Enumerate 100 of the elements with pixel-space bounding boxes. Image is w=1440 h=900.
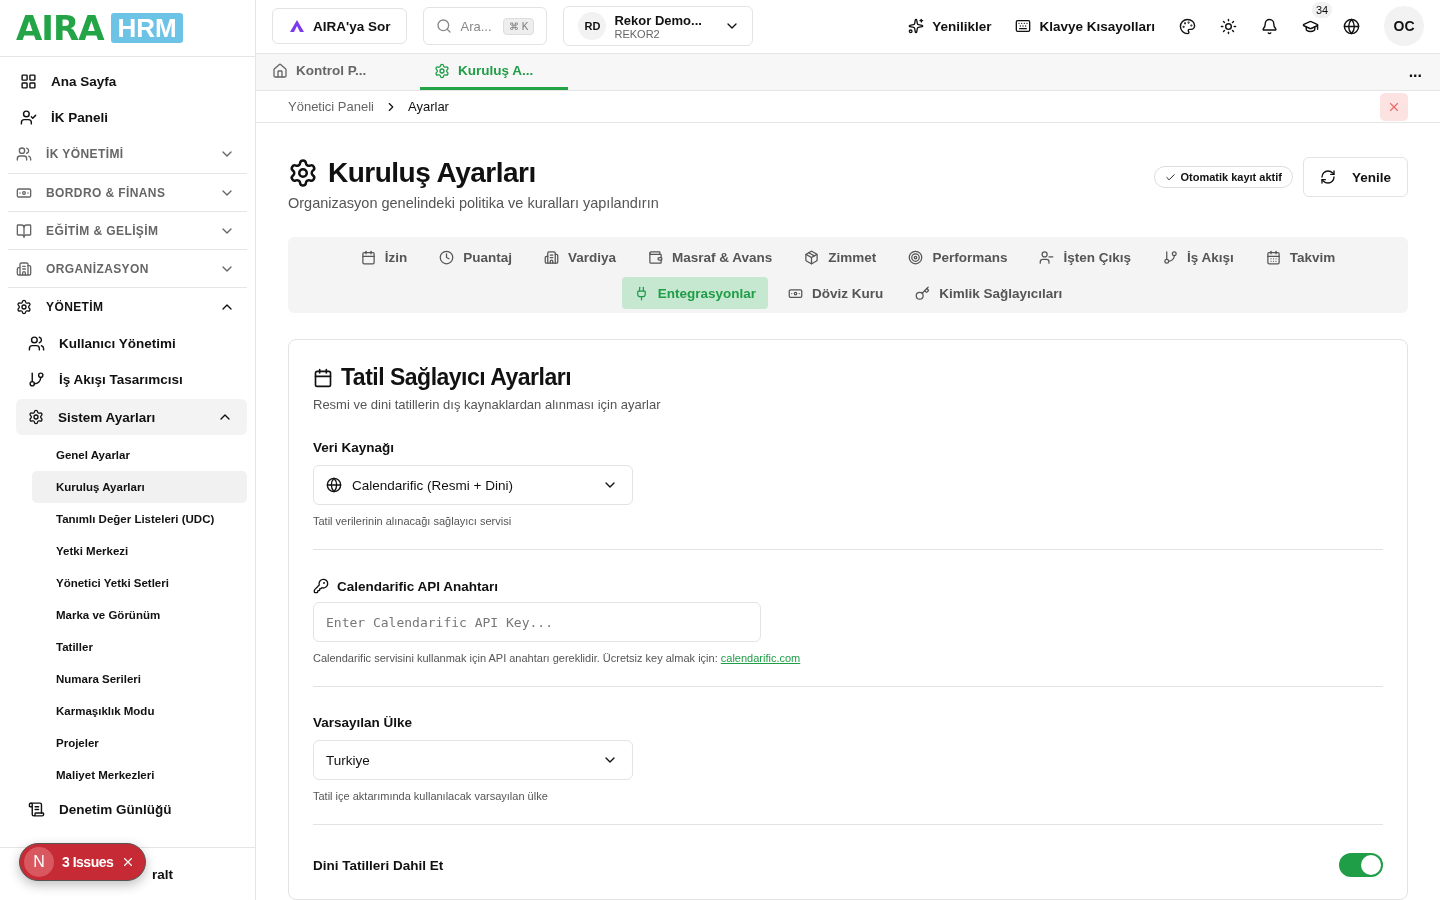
palette-icon[interactable] [1179,18,1196,35]
field-label: Calendarific API Anahtarı [337,578,499,594]
nav-subitem[interactable]: Genel Ayarlar [32,439,247,471]
users-icon [16,146,32,162]
branch-icon [1162,249,1178,265]
nav-section[interactable]: BORDRO & FİNANS [8,173,247,211]
settings-icon [16,298,32,315]
section-label: İK YÖNETİMİ [46,147,124,161]
building-icon [16,260,32,277]
nav-subitem[interactable]: Numara Serileri [32,663,247,695]
nav-subitem[interactable]: Tanımlı Değer Listeleri (UDC) [32,503,247,535]
nav-subitem[interactable]: Karmaşıklık Modu [32,695,247,727]
nav-item[interactable]: Denetim Günlüğü [8,791,247,827]
nav-subitem[interactable]: Kuruluş Ayarları [32,471,247,503]
sparkles-icon [908,18,925,35]
settings-tab[interactable]: Masraf & Avans [636,241,785,273]
nav-subitem[interactable]: Maliyet Merkezleri [32,759,247,791]
page-subtitle: Organizasyon genelindeki politika ve kuralları yapılandırın [288,195,660,211]
book-icon [16,222,32,239]
issues-label: 3 Issues [62,854,114,870]
settings-tab[interactable]: Performans [896,241,1020,273]
section-label: ORGANİZASYON [46,261,149,276]
nav-item[interactable]: Kullanıcı Yönetimi [8,325,247,361]
select-field[interactable]: Turkiye [313,740,633,780]
settings-tab[interactable]: Döviz Kuru [776,277,896,309]
breadcrumb-item[interactable]: Yönetici Paneli [288,99,374,115]
issues-badge[interactable]: N 3 Issues [19,843,146,881]
nav-item[interactable]: ralt [152,866,173,882]
count-badge: 34 [1312,2,1333,18]
settings-tab[interactable]: Zimmet [792,241,889,273]
page-tab[interactable]: Kontrol P... [272,53,420,91]
whats-new-button[interactable]: Yenilikler [908,18,992,35]
settings-tab[interactable]: Kimlik Sağlayıcıları [903,277,1075,309]
refresh-icon [1319,169,1336,185]
user-minus-icon [1039,249,1055,265]
company-switcher[interactable]: RD Rekor Demo... REKOR2 [563,6,754,47]
shortcut-key: ⌘ K [503,18,535,35]
page-title: Kuruluş Ayarları [328,157,536,189]
nav-subitem[interactable]: Yönetici Yetki Setleri [32,567,247,599]
nav-section[interactable]: ORGANİZASYON [8,249,247,287]
users-icon [28,334,45,352]
nav-section[interactable]: İK YÖNETİMİ [8,135,247,173]
settings-tab[interactable]: İşten Çıkış [1027,241,1143,273]
more-button[interactable]: ... [1390,53,1440,91]
calendar-icon [313,367,333,388]
section-label: EĞİTİM & GELİŞİM [46,223,159,238]
building-icon [544,249,559,265]
help-text: Tatil içe aktarımında kullanılacak varsayılan ülke [313,790,549,802]
toggle-switch[interactable] [1339,853,1383,877]
card-title: Tatil Sağlayıcı Ayarları [341,364,572,391]
section-label: BORDRO & FİNANS [46,185,166,200]
help-text: Calendarific servisini kullanmak için API anahtarı gereklidir. Ücretsiz key almak için: calendarific.com [313,652,802,664]
settings-tab[interactable]: Vardiya [532,241,629,273]
settings-tab[interactable]: Puantaj [427,241,524,273]
search-icon [436,18,453,35]
graduation-cap-icon[interactable] [1302,18,1319,35]
bell-icon[interactable] [1261,18,1278,35]
n-avatar: N [24,847,54,877]
search-field[interactable]: Ara... ⌘ K [423,7,548,46]
wallet-icon [648,249,664,265]
field-label: Veri Kaynağı [313,440,396,455]
settings-icon [28,409,44,425]
nav-subitem[interactable]: Yetki Merkezi [32,535,247,567]
key-icon [915,285,931,301]
nav-subitem[interactable]: Marka ve Görünüm [32,599,247,631]
nav-section[interactable]: YÖNETİM [8,287,247,325]
breadcrumb-item[interactable]: Ayarlar [408,99,449,115]
settings-tab[interactable]: İş Akışı [1150,241,1246,273]
calendar-icon [360,249,376,265]
nav-item[interactable]: Ana Sayfa [8,63,247,99]
home-icon [272,62,288,79]
nav-section[interactable]: EĞİTİM & GELİŞİM [8,211,247,249]
settings-tab[interactable]: İzin [348,241,420,273]
company-avatar: RD [578,12,607,41]
nav-subitem[interactable]: Projeler [32,727,247,759]
user-avatar[interactable]: OC [1384,6,1424,47]
check-icon [1165,171,1177,183]
nav-subitem[interactable]: Tatiller [32,631,247,663]
group-label: Sistem Ayarları [58,409,156,425]
field-label: Dini Tatilleri Dahil Et [313,857,444,873]
select-field[interactable]: Calendarific (Resmi + Dini) [313,465,633,505]
settings-tab[interactable]: Takvim [1253,241,1348,273]
settings-icon [288,158,318,188]
nav-item[interactable]: İş Akışı Tasarımcısı [8,361,247,397]
user-check-icon [20,108,37,126]
shortcuts-button[interactable]: Klavye Kısayolları [1015,18,1155,35]
nav-item[interactable]: İK Paneli [8,99,247,135]
clock-icon [439,249,455,265]
logo-badge: HRM [111,13,183,43]
ask-button[interactable]: AIRA'ya Sor [272,8,408,45]
search-placeholder: Ara... [460,19,492,34]
sun-icon[interactable] [1220,18,1237,35]
globe-icon[interactable] [1343,18,1360,35]
nav-group[interactable]: Sistem Ayarları [16,399,247,435]
refresh-button[interactable]: Yenile [1302,157,1408,197]
help-text: Tatil verilerinin alınacağı sağlayıcı servisi [313,515,513,527]
card-subtitle: Resmi ve dini tatillerin dış kaynaklardan alınması için ayarlar [313,397,662,412]
input-field[interactable]: Enter Calendarific API Key... [313,602,761,642]
field-label: Varsayılan Ülke [313,715,414,730]
link[interactable]: calendarific.com [720,652,801,664]
